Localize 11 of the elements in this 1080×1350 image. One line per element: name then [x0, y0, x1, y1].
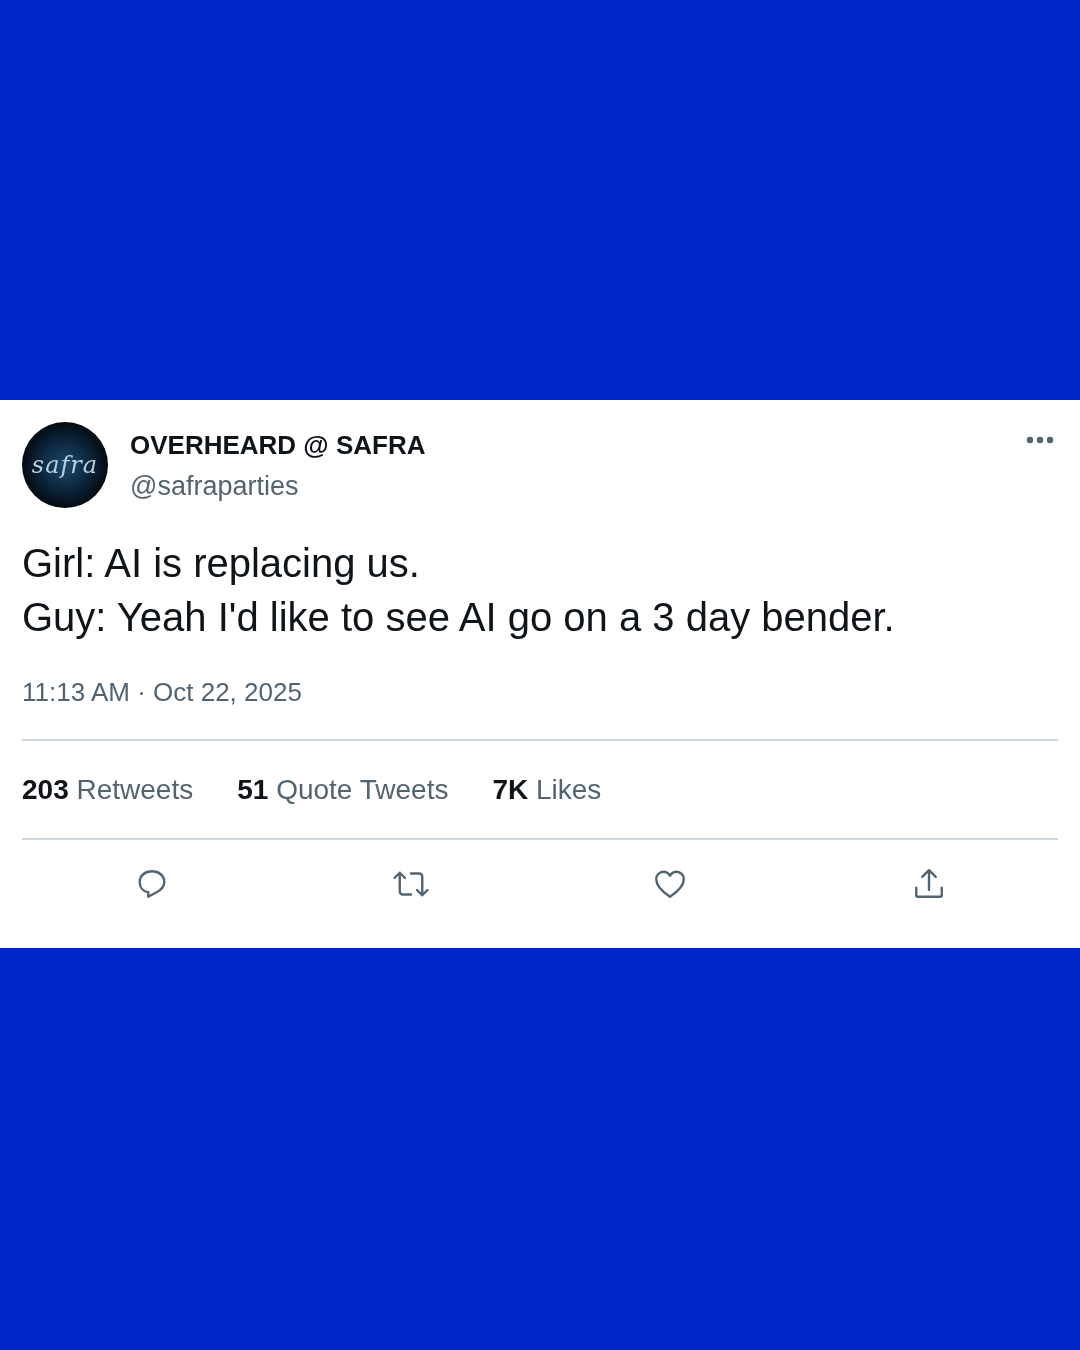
- author-name[interactable]: OVERHEARD @ SAFRA: [130, 429, 426, 461]
- avatar[interactable]: safra: [22, 422, 108, 508]
- tweet-text-line: Guy: Yeah I'd like to see AI go on a 3 day bender.: [22, 594, 896, 641]
- stat-link[interactable]: 203 Retweets: [22, 773, 194, 806]
- avatar-logo-text: safra: [31, 453, 99, 477]
- author-handle[interactable]: @safraparties: [130, 470, 299, 502]
- stat-link[interactable]: 7K Likes: [492, 773, 602, 806]
- timestamp[interactable]: 11:13 AM · Oct 22, 2025: [22, 677, 302, 707]
- tweet-text-line: Girl: AI is replacing us.: [22, 540, 421, 587]
- more-icon[interactable]: [1026, 436, 1054, 444]
- stat-link[interactable]: 51 Quote Tweets: [237, 773, 449, 806]
